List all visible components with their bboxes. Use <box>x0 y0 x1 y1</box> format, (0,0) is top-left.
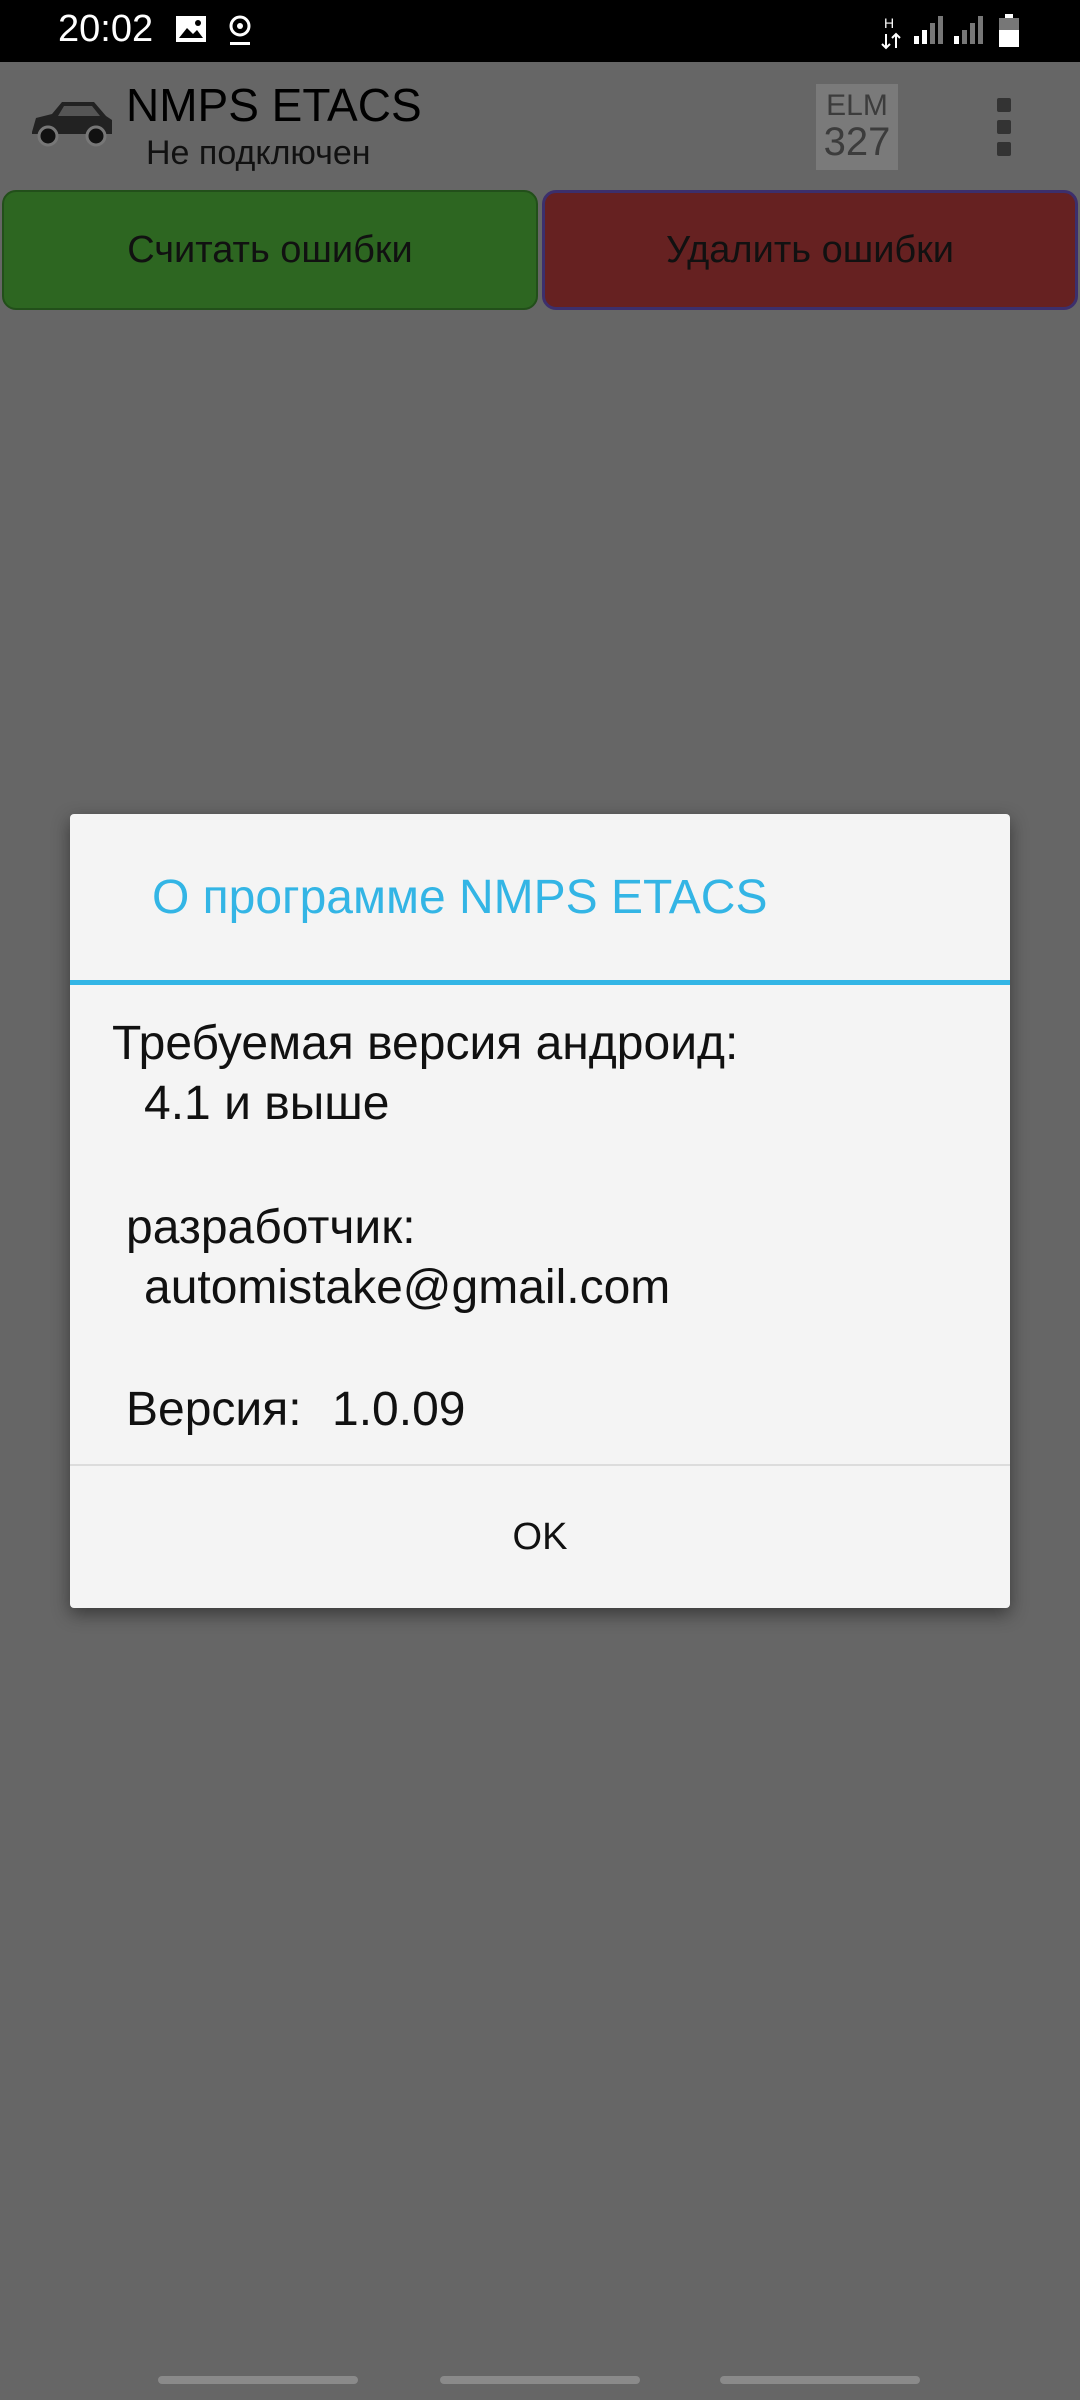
app-title: NMPS ETACS <box>126 79 422 131</box>
version-value: 1.0.09 <box>332 1383 466 1436</box>
image-icon <box>174 14 208 49</box>
delete-errors-label: Удалить ошибки <box>665 228 955 271</box>
nav-home-handle[interactable] <box>440 2376 640 2384</box>
app-bar: NMPS ETACS Не подключен ELM 327 <box>0 62 1080 190</box>
ok-button-label: OK <box>512 1515 568 1558</box>
nav-recents-handle[interactable] <box>158 2376 358 2384</box>
battery-icon <box>998 14 1020 53</box>
navigation-bar <box>0 2326 1080 2400</box>
read-errors-button[interactable]: Считать ошибки <box>2 190 538 310</box>
network-h-icon: H <box>878 14 906 55</box>
read-errors-label: Считать ошибки <box>127 228 413 271</box>
status-bar: 20:02 H <box>0 0 1080 62</box>
elm327-usb-icon[interactable]: ELM 327 <box>816 84 898 170</box>
elm-icon-label-bottom: 327 <box>823 120 891 164</box>
location-icon <box>226 14 254 53</box>
android-version-value: 4.1 и выше <box>144 1077 390 1130</box>
dialog-title-divider <box>70 980 1010 985</box>
signal-icon <box>952 14 986 51</box>
svg-text:H: H <box>884 15 894 31</box>
android-version-label: Требуемая версия андроид: <box>112 1017 739 1070</box>
dialog-title: О программе NMPS ETACS <box>152 871 768 924</box>
nav-back-handle[interactable] <box>720 2376 920 2384</box>
status-time: 20:02 <box>58 8 154 50</box>
car-icon <box>28 92 116 155</box>
ok-button[interactable]: OK <box>70 1466 1010 1608</box>
delete-errors-button[interactable]: Удалить ошибки <box>542 190 1078 310</box>
signal-icon <box>912 14 946 51</box>
connection-status: Не подключен <box>146 134 371 172</box>
about-dialog: О программе NMPS ETACS Требуемая версия … <box>70 814 1010 1608</box>
developer-email: automistake@gmail.com <box>144 1261 671 1314</box>
developer-label: разработчик: <box>126 1201 416 1254</box>
version-label: Версия: <box>126 1383 302 1436</box>
elm-icon-label-top: ELM <box>826 89 888 122</box>
overflow-menu-icon[interactable] <box>994 98 1014 158</box>
